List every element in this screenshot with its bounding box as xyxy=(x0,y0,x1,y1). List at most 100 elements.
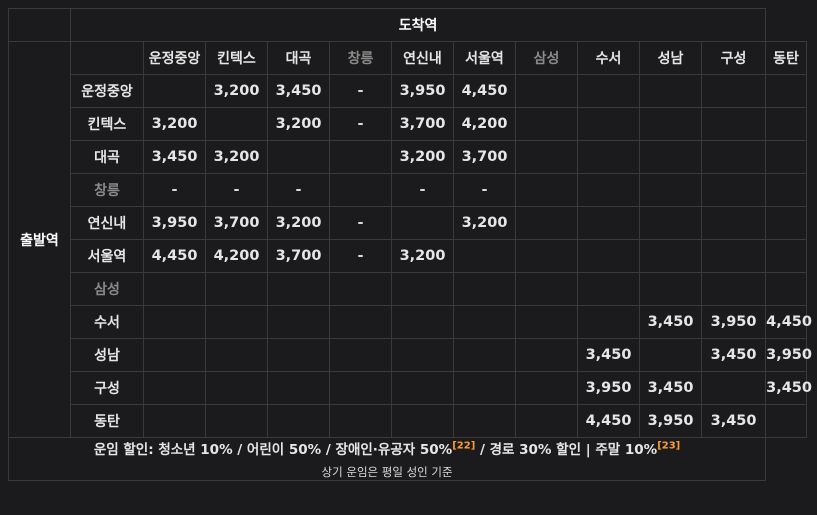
fare-cell xyxy=(639,140,702,174)
arrival-station: 삼성 xyxy=(515,41,578,75)
arrival-station: 서울역 xyxy=(453,41,516,75)
fare-cell xyxy=(267,338,330,372)
table-row: 수서 3,450 3,950 4,450 xyxy=(9,305,812,339)
departure-station: 대곡 xyxy=(70,140,144,174)
discount-text: 운임 할인: 청소년 10% / 어린이 50% / 장애인·유공자 50% xyxy=(93,442,453,458)
footnote-ref-23[interactable]: [23] xyxy=(657,441,680,452)
fare-cell xyxy=(515,338,578,372)
departure-station: 운정중앙 xyxy=(70,74,144,108)
table-row: 연신내 3,950 3,700 3,200-3,200 xyxy=(9,206,807,240)
fare-cell xyxy=(453,338,516,372)
arrival-station: 구성 xyxy=(700,41,767,75)
arrival-station: 수서 xyxy=(577,41,640,75)
fare-cell xyxy=(515,140,578,174)
fare-cell: 4,450 xyxy=(143,239,206,273)
arrival-station: 동탄 xyxy=(765,41,807,75)
fare-cell xyxy=(329,305,392,339)
fare-cell: 3,200 xyxy=(205,140,268,174)
fare-basis-note: 상기 운임은 평일 성인 기준 xyxy=(321,465,453,479)
fare-cell xyxy=(515,371,578,405)
fare-cell: 4,200 xyxy=(453,107,516,141)
fare-cell: 3,450 xyxy=(267,74,330,108)
fare-cell xyxy=(391,371,454,405)
departure-station-header: 출발역 xyxy=(8,41,71,438)
fare-cell xyxy=(700,239,767,273)
fare-cell: 4,450 xyxy=(453,74,516,108)
fare-cell: 3,200 xyxy=(391,140,454,174)
fare-cell: - xyxy=(329,239,392,273)
table-row: 킨텍스 3,200 3,200-3,700 4,200 xyxy=(9,107,807,141)
fare-cell: - xyxy=(143,173,206,207)
arrival-station: 창릉 xyxy=(329,41,392,75)
fare-cell xyxy=(267,272,330,306)
fare-cell xyxy=(329,404,392,438)
fare-cell xyxy=(205,338,268,372)
fare-cell xyxy=(267,305,330,339)
fare-cell xyxy=(765,404,807,438)
fare-cell xyxy=(205,107,268,141)
fare-table-container: 도착역 출발역 운정중앙 킨텍스 대곡 창릉 연신내 서울역 삼성 수서 성남 구성 동탄 운정중앙… xyxy=(7,8,812,506)
fare-cell xyxy=(143,338,206,372)
fare-cell: 3,700 xyxy=(267,239,330,273)
fare-cell: 3,700 xyxy=(453,140,516,174)
fare-cell: 3,950 xyxy=(765,338,812,372)
fare-cell xyxy=(765,173,807,207)
departure-station: 수서 xyxy=(70,305,144,339)
fare-cell xyxy=(143,272,206,306)
fare-cell xyxy=(765,140,807,174)
departure-station: 킨텍스 xyxy=(70,107,144,141)
arrival-station: 성남 xyxy=(639,41,702,75)
fare-cell xyxy=(700,140,767,174)
table-row: 서울역 4,450 4,200 3,700-3,200 xyxy=(9,239,807,273)
table-row: 구성 3,950 3,450 3,450 xyxy=(9,371,812,405)
fare-cell: 3,950 xyxy=(143,206,206,240)
table-row: 삼성 xyxy=(9,272,807,306)
fare-cell: 4,200 xyxy=(205,239,268,273)
fare-cell: 3,450 xyxy=(639,305,702,339)
station-header-row: 출발역 운정중앙 킨텍스 대곡 창릉 연신내 서울역 삼성 수서 성남 구성 동탄 xyxy=(8,41,807,438)
fare-cell: 3,950 xyxy=(577,371,640,405)
fare-cell xyxy=(700,206,767,240)
departure-station: 구성 xyxy=(70,371,144,405)
fare-cell xyxy=(329,272,392,306)
fare-cell xyxy=(577,305,640,339)
fare-cell xyxy=(700,173,767,207)
fare-cell xyxy=(329,371,392,405)
fare-cell: 3,450 xyxy=(700,404,767,438)
fare-cell: 3,450 xyxy=(639,371,702,405)
arrival-station-header: 도착역 xyxy=(69,8,767,42)
fare-cell xyxy=(329,338,392,372)
fare-cell xyxy=(515,74,578,108)
corner-cell xyxy=(8,8,71,42)
fare-cell xyxy=(639,272,702,306)
fare-notes: 운임 할인: 청소년 10% / 어린이 50% / 장애인·유공자 50%[2… xyxy=(7,437,767,481)
departure-station: 연신내 xyxy=(70,206,144,240)
fare-table: 도착역 출발역 운정중앙 킨텍스 대곡 창릉 연신내 서울역 삼성 수서 성남 구성 동탄 운정중앙… xyxy=(7,8,812,481)
fare-cell xyxy=(391,272,454,306)
fare-cell xyxy=(765,239,807,273)
fare-cell: - xyxy=(329,74,392,108)
fare-cell xyxy=(577,272,640,306)
fare-cell xyxy=(765,74,807,108)
fare-cell xyxy=(700,107,767,141)
fare-cell xyxy=(515,107,578,141)
discount-text-2: / 경로 30% 할인 | 주말 10% xyxy=(475,442,658,458)
fare-cell xyxy=(765,206,807,240)
fare-cell xyxy=(391,338,454,372)
fare-cell: 3,450 xyxy=(143,140,206,174)
fare-cell: - xyxy=(267,173,330,207)
departure-station: 서울역 xyxy=(70,239,144,273)
fare-cell xyxy=(267,371,330,405)
fare-cell xyxy=(639,173,702,207)
fare-cell xyxy=(205,404,268,438)
fare-cell xyxy=(515,272,578,306)
table-row: 성남 3,450 3,450 3,950 xyxy=(9,338,812,372)
fare-cell xyxy=(639,74,702,108)
fare-cell: - xyxy=(391,173,454,207)
footer-row: 운임 할인: 청소년 10% / 어린이 50% / 장애인·유공자 50%[2… xyxy=(7,437,807,481)
fare-cell xyxy=(267,404,330,438)
arrival-station: 운정중앙 xyxy=(143,41,206,75)
footnote-ref-22[interactable]: [22] xyxy=(452,441,475,452)
fare-cell: 3,450 xyxy=(577,338,640,372)
fare-cell xyxy=(700,371,767,405)
